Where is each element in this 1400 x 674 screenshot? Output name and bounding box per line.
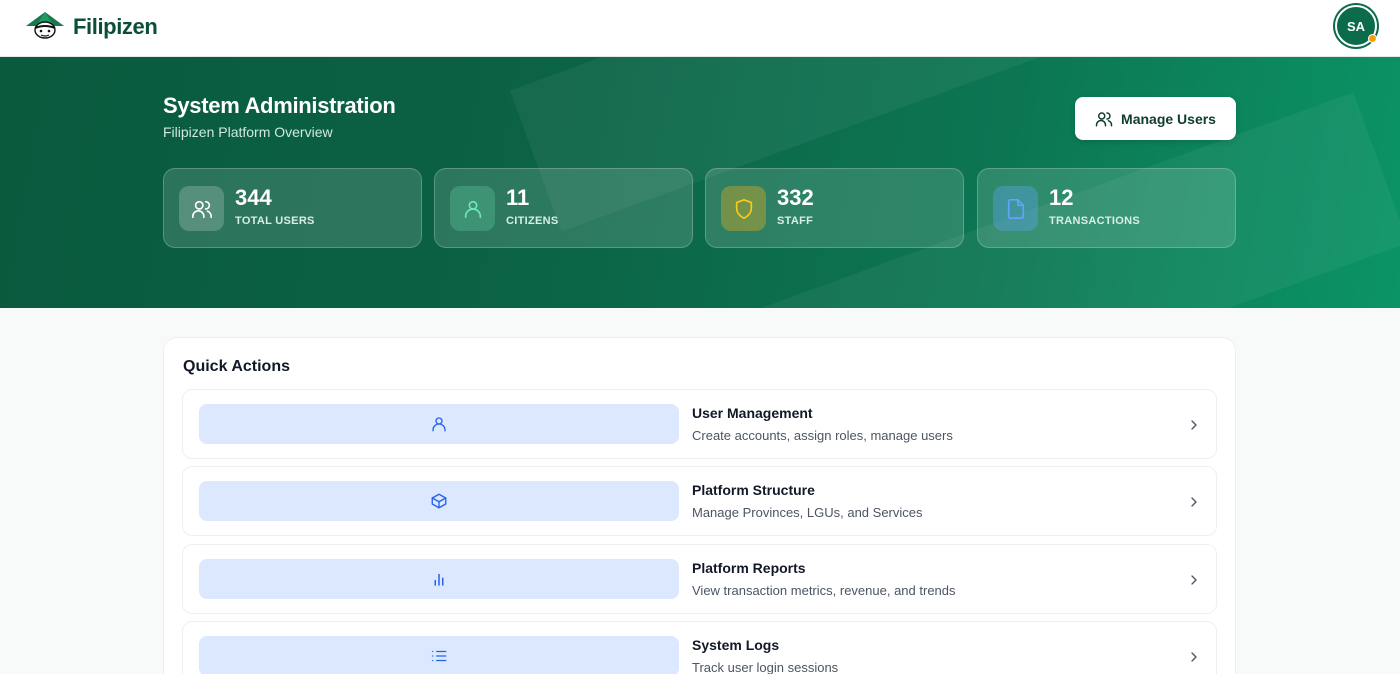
action-title: Platform Reports — [692, 560, 806, 576]
action-description: Track user login sessions — [692, 660, 839, 674]
action-user-management[interactable]: User Management Create accounts, assign … — [182, 389, 1217, 459]
brand-logo-link[interactable]: Filipizen — [24, 9, 158, 45]
page-title: System Administration — [163, 93, 396, 118]
chevron-right-icon — [1191, 652, 1197, 662]
avatar-status-dot — [1368, 34, 1377, 43]
manage-users-label: Manage Users — [1121, 110, 1216, 127]
action-description: Manage Provinces, LGUs, and Services — [692, 505, 923, 520]
action-icon-box — [199, 559, 679, 599]
action-icon-box — [199, 481, 679, 521]
user-avatar[interactable]: SA — [1335, 5, 1377, 47]
action-description: View transaction metrics, revenue, and t… — [692, 583, 956, 598]
stat-label: CITIZENS — [506, 215, 559, 227]
shield-icon — [735, 198, 752, 219]
chevron-right-icon — [1191, 420, 1197, 430]
users-icon — [1095, 111, 1113, 126]
stat-value: 344 — [235, 185, 272, 210]
stat-label: TRANSACTIONS — [1049, 215, 1140, 227]
manage-users-button[interactable]: Manage Users — [1075, 97, 1236, 140]
avatar-initials: SA — [1346, 18, 1366, 34]
stat-value: 332 — [777, 185, 814, 210]
user-icon — [464, 200, 481, 218]
stat-card-staff: 332 STAFF — [705, 168, 964, 248]
action-title: Platform Structure — [692, 482, 815, 498]
action-description: Create accounts, assign roles, manage us… — [692, 428, 953, 443]
action-icon-box — [199, 636, 679, 674]
stat-value: 12 — [1049, 185, 1074, 210]
top-bar: Filipizen SA — [0, 0, 1400, 57]
action-platform-reports[interactable]: Platform Reports View transaction metric… — [182, 544, 1217, 614]
stat-icon-box — [450, 186, 495, 231]
box-icon — [431, 493, 447, 509]
stat-label: STAFF — [777, 215, 814, 227]
stat-card-transactions: 12 TRANSACTIONS — [977, 168, 1236, 248]
list-icon — [431, 650, 447, 662]
stat-card-total-users: 344 TOTAL USERS — [163, 168, 422, 248]
brand-name: Filipizen — [73, 14, 158, 39]
chevron-right-icon — [1191, 497, 1197, 507]
stat-card-citizens: 11 CITIZENS — [434, 168, 693, 248]
page-subtitle: Filipizen Platform Overview — [163, 124, 333, 140]
stat-label: TOTAL USERS — [235, 215, 315, 227]
user-icon — [432, 417, 446, 432]
quick-actions-panel: Quick Actions User Management Create acc… — [163, 337, 1236, 674]
action-title: System Logs — [692, 637, 780, 653]
action-platform-structure[interactable]: Platform Structure Manage Provinces, LGU… — [182, 466, 1217, 536]
stat-value: 11 — [506, 185, 530, 210]
action-system-logs[interactable]: System Logs Track user login sessions — [182, 621, 1217, 674]
bar-chart-icon — [434, 573, 444, 586]
chevron-right-icon — [1191, 575, 1197, 585]
admin-hero: System Administration Filipizen Platform… — [0, 57, 1400, 308]
salakot-logo-icon — [26, 12, 64, 39]
quick-actions-title: Quick Actions — [183, 358, 290, 375]
file-icon — [1007, 198, 1024, 219]
users-icon — [191, 200, 212, 218]
stat-icon-box — [179, 186, 224, 231]
stat-icon-box — [721, 186, 766, 231]
action-icon-box — [199, 404, 679, 444]
action-title: User Management — [692, 405, 813, 421]
stat-icon-box — [993, 186, 1038, 231]
